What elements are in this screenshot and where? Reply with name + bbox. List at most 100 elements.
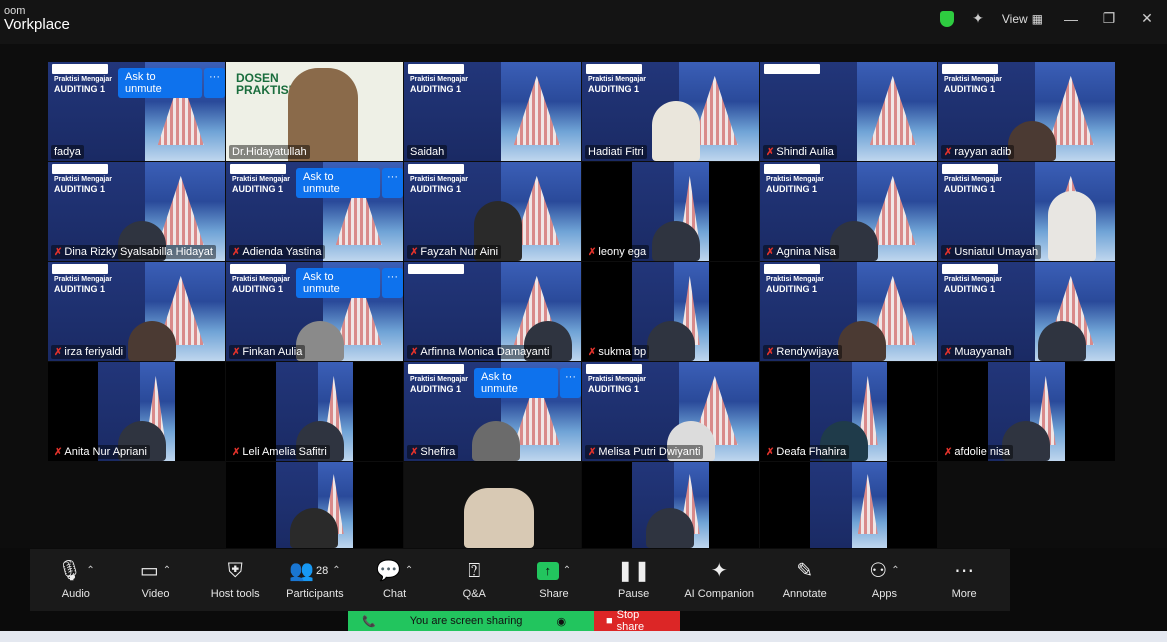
participant-name: ✗ Leli Amelia Safitri (229, 445, 330, 459)
qa-label: Q&A (462, 588, 486, 600)
video-gallery: Praktisi Mengajar AUDITING 1 Ask to unmut… (0, 44, 1167, 548)
close-icon[interactable]: ✕ (1137, 10, 1157, 27)
app-title-line2: Vorkplace (4, 16, 70, 33)
participants-button[interactable]: 👥 28 ⌃ Participants (286, 560, 344, 600)
ask-to-unmute-button[interactable]: Ask to unmute (118, 68, 202, 98)
sparkle-icon[interactable]: ✦ (972, 10, 984, 27)
ask-to-unmute-control: Ask to unmute ··· (474, 368, 581, 398)
video-tile[interactable]: Praktisi Mengajar AUDITING 1 ✗ irza feriya… (48, 262, 225, 361)
participant-name: ✗ Melisa Putri Dwiyanti (585, 445, 704, 459)
video-tile[interactable]: Praktisi Mengajar AUDITING 1 ✗ Rendywijaya (760, 262, 937, 361)
host-tools-label: Host tools (210, 588, 260, 600)
muted-mic-icon: ✗ (588, 446, 597, 458)
video-tile[interactable]: Praktisi Mengajar AUDITING 1 ✗ Dina Rizky … (48, 162, 225, 261)
video-label: Video (141, 588, 170, 600)
video-tile[interactable]: Praktisi Mengajar AUDITING 1 Ask to unmut… (48, 62, 225, 161)
ai-companion-button[interactable]: ✦ AI Companion (684, 560, 754, 600)
ask-to-unmute-control: Ask to unmute ··· (296, 268, 403, 298)
microphone-icon: 🎙 (56, 560, 83, 582)
view-button[interactable]: View ▦ (1002, 12, 1043, 26)
video-tile[interactable] (404, 462, 581, 548)
video-tile[interactable]: Praktisi Mengajar AUDITING 1 ✗ Usniatul Um… (938, 162, 1115, 261)
tile-more-button[interactable]: ··· (382, 268, 403, 298)
video-tile[interactable]: ✗ Shindi Aulia (760, 62, 937, 161)
stop-share-button[interactable]: ■ Stop share (594, 609, 680, 633)
video-tile[interactable]: Praktisi Mengajar AUDITING 1 ✗ rayyan adib (938, 62, 1115, 161)
video-tile[interactable]: Praktisi Mengajar AUDITING 1 Ask to unmut… (226, 162, 403, 261)
chevron-up-icon[interactable]: ⌃ (86, 560, 94, 582)
participant-name: ✗ sukma bp (585, 345, 650, 359)
video-tile[interactable]: ✗ Anita Nur Apriani (48, 362, 225, 461)
participant-name: ✗ Deafa Fhahira (763, 445, 850, 459)
host-tools-button[interactable]: ⛨ Host tools (206, 560, 264, 600)
video-tile[interactable]: ✗ sukma bp (582, 262, 759, 361)
video-tile[interactable]: Praktisi Mengajar AUDITING 1 Ask to unmut… (404, 362, 581, 461)
annotate-label: Annotate (782, 588, 827, 600)
tile-more-button[interactable]: ··· (204, 68, 225, 98)
shield-icon: ◉ (556, 615, 567, 628)
video-tile[interactable]: ✗ Arfinna Monica Damayanti (404, 262, 581, 361)
participant-name: ✗ Arfinna Monica Damayanti (407, 345, 553, 359)
video-tile[interactable] (226, 462, 403, 548)
muted-mic-icon: ✗ (410, 346, 419, 358)
chevron-up-icon[interactable]: ⌃ (405, 560, 413, 582)
video-button[interactable]: ▭ ⌃ Video (127, 560, 185, 600)
screen-share-bar: 📞 You are screen sharing ◉ ■ Stop share (348, 609, 680, 633)
participant-name: fadya (51, 145, 84, 159)
video-tile[interactable]: ✗ Leli Amelia Safitri (226, 362, 403, 461)
title-bar: oom Vorkplace ✦ View ▦ — ❐ ✕ (0, 0, 1167, 44)
apps-icon: ⚇ (869, 560, 888, 582)
muted-mic-icon: ✗ (766, 446, 775, 458)
chat-button[interactable]: 💬 ⌃ Chat (366, 560, 424, 600)
muted-mic-icon: ✗ (54, 446, 63, 458)
ask-to-unmute-button[interactable]: Ask to unmute (296, 268, 380, 298)
share-button[interactable]: ↑ ⌃ Share (525, 560, 583, 600)
muted-mic-icon: ✗ (410, 446, 419, 458)
share-arrow-icon: ↑ (536, 562, 559, 580)
participant-name: ✗ afdolie nisa (941, 445, 1014, 459)
ask-to-unmute-button[interactable]: Ask to unmute (296, 168, 380, 198)
participant-name: ✗ Usniatul Umayah (941, 245, 1042, 259)
screen-share-status: 📞 You are screen sharing ◉ (348, 611, 594, 631)
active-speaker-tile[interactable]: Praktisi Mengajar AUDITING 1 Hadiati Fitr… (582, 62, 759, 161)
tile-more-button[interactable]: ··· (382, 168, 403, 198)
pause-button[interactable]: ❚❚ Pause (605, 560, 663, 600)
video-tile[interactable]: Praktisi Mengajar AUDITING 1 ✗ Fayzah Nur … (404, 162, 581, 261)
participant-name: ✗ Fayzah Nur Aini (407, 245, 502, 259)
video-tile[interactable]: ✗ leony ega (582, 162, 759, 261)
muted-mic-icon: ✗ (54, 246, 63, 258)
participant-name: ✗ Anita Nur Apriani (51, 445, 150, 459)
video-tile[interactable]: Praktisi Mengajar AUDITING 1 ✗ Agnina Nisa (760, 162, 937, 261)
audio-button[interactable]: 🎙 ⌃ Audio (47, 560, 105, 600)
camera-icon: ▭ (139, 560, 159, 582)
chevron-up-icon[interactable]: ⌃ (891, 560, 899, 582)
security-shield-icon[interactable] (940, 10, 955, 27)
minimize-icon[interactable]: — (1061, 11, 1081, 27)
video-tile[interactable]: Praktisi Mengajar AUDITING 1 ✗ Muayyanah (938, 262, 1115, 361)
stop-share-label: Stop share (616, 609, 645, 633)
chevron-up-icon[interactable]: ⌃ (163, 560, 171, 582)
chat-icon: 💬 (375, 560, 401, 582)
video-tile[interactable] (582, 462, 759, 548)
apps-button[interactable]: ⚇ ⌃ Apps (855, 560, 913, 600)
video-tile[interactable] (760, 462, 937, 548)
grid-icon: ▦ (1031, 11, 1043, 26)
video-tile[interactable]: ✗ Deafa Fhahira (760, 362, 937, 461)
os-taskbar (0, 631, 1167, 642)
video-tile[interactable]: Praktisi Mengajar AUDITING 1 Ask to unmut… (226, 262, 403, 361)
chevron-up-icon[interactable]: ⌃ (332, 560, 340, 582)
more-label: More (951, 588, 977, 600)
chat-label: Chat (382, 588, 407, 600)
more-button[interactable]: ⋯ More (935, 560, 993, 600)
chevron-up-icon[interactable]: ⌃ (563, 560, 571, 582)
meeting-toolbar: 🎙 ⌃ Audio ▭ ⌃ Video ⛨ Host tools 👥 28 ⌃ Part… (30, 549, 1010, 611)
restore-icon[interactable]: ❐ (1099, 10, 1119, 27)
video-tile[interactable]: Praktisi Mengajar AUDITING 1 ✗ Melisa Putr… (582, 362, 759, 461)
ask-to-unmute-button[interactable]: Ask to unmute (474, 368, 558, 398)
video-tile[interactable]: DOSEN PRAKTISI Dr.Hidayatullah (226, 62, 403, 161)
video-tile[interactable]: Praktisi Mengajar AUDITING 1 Saidah (404, 62, 581, 161)
annotate-button[interactable]: ✎ Annotate (776, 560, 834, 600)
tile-more-button[interactable]: ··· (560, 368, 581, 398)
video-tile[interactable]: ✗ afdolie nisa (938, 362, 1115, 461)
qa-button[interactable]: ⍰ Q&A (445, 560, 503, 600)
